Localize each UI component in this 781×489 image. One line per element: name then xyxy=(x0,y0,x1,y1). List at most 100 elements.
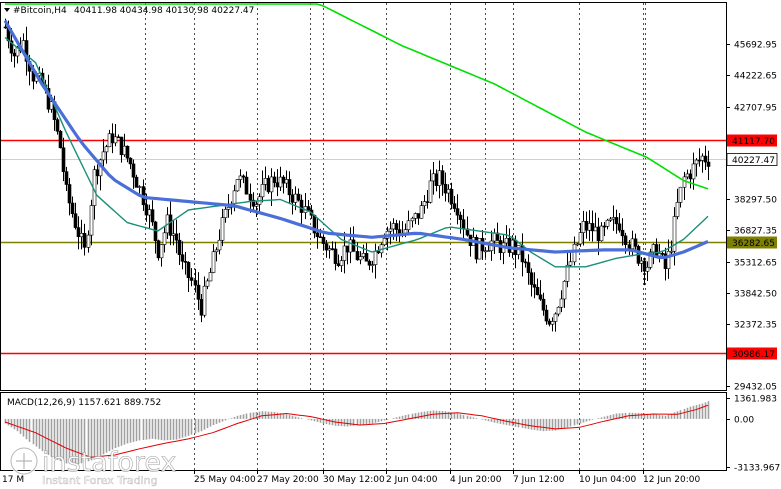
candle-body xyxy=(272,176,277,183)
candle-body xyxy=(358,256,363,261)
candle-body xyxy=(697,159,702,162)
candle-body xyxy=(419,205,424,219)
candle-body xyxy=(437,170,442,186)
candle-body xyxy=(364,253,369,262)
price-tick-label: 45692.95 xyxy=(734,41,777,51)
candle-body xyxy=(642,260,647,272)
candle-body xyxy=(330,248,335,250)
candle-body xyxy=(287,179,292,196)
candle-body xyxy=(596,226,601,242)
candle-body xyxy=(150,209,155,223)
candle-body xyxy=(544,309,549,322)
chart-header: #Bitcoin,H4 40411.98 40434.98 40130.98 4… xyxy=(4,6,254,16)
candle-body xyxy=(266,178,271,193)
candle-body xyxy=(431,173,436,182)
candle-body xyxy=(627,244,632,250)
watermark: instaforex Instant Forex Trading xyxy=(9,446,177,487)
candle-body xyxy=(538,294,543,300)
candle-body xyxy=(159,244,164,259)
time-tick-label: 7 Jun 12:00 xyxy=(513,475,565,485)
candle-body xyxy=(691,163,696,180)
candle-body xyxy=(657,253,662,257)
candle-body xyxy=(413,213,418,219)
candle-body xyxy=(630,238,635,250)
candle-body xyxy=(186,262,191,279)
candle-body xyxy=(572,243,577,263)
candle-body xyxy=(296,193,301,201)
price-tick-label: 32372.35 xyxy=(734,321,777,331)
candle-body xyxy=(620,229,625,237)
time-tick-label: 12 Jun 20:00 xyxy=(643,475,700,485)
candle-body xyxy=(162,232,167,245)
candle-body xyxy=(174,233,179,241)
candle-body xyxy=(12,52,17,57)
candle-body xyxy=(202,285,207,316)
ohlc-values: 40411.98 40434.98 40130.98 40227.47 xyxy=(74,6,254,16)
candle-body xyxy=(208,272,213,282)
candle-body xyxy=(293,193,298,203)
price-level-tag-label: 41117.70 xyxy=(732,137,775,147)
candle-body xyxy=(660,253,665,255)
candle-body xyxy=(669,250,674,253)
candle-body xyxy=(131,163,136,178)
candle-body xyxy=(342,245,347,261)
main-pane-frame xyxy=(0,2,727,391)
candle-body xyxy=(694,159,699,165)
candle-body xyxy=(306,206,311,211)
candle-body xyxy=(541,298,546,311)
candle-body xyxy=(171,233,176,236)
candle-body xyxy=(82,233,87,248)
candle-body xyxy=(440,170,445,185)
time-tick-label: 4 Jun 20:00 xyxy=(450,475,502,485)
candle-body xyxy=(336,263,341,266)
candle-body xyxy=(382,238,387,246)
candle-body xyxy=(220,217,225,241)
price-level-tag-label: 36282.65 xyxy=(732,239,775,249)
candle-body xyxy=(214,249,219,253)
candle-body xyxy=(678,186,683,203)
candle-body xyxy=(244,176,249,195)
candle-body xyxy=(455,208,460,216)
candle-body xyxy=(144,204,149,216)
candle-body xyxy=(688,173,693,180)
price-level-tag-label: 30986.17 xyxy=(732,350,775,360)
candle-body xyxy=(79,233,84,238)
candle-body xyxy=(321,236,326,244)
candle-body xyxy=(76,227,81,238)
candle-body xyxy=(492,232,497,242)
candle-body xyxy=(556,306,561,315)
price-tick-label: 36827.35 xyxy=(734,227,777,237)
candle-body xyxy=(235,179,240,192)
candle-body xyxy=(510,239,515,253)
candle-body xyxy=(180,254,185,262)
chart-canvas[interactable]: 41117.70 36282.65 30986.17 40227.47 45692.9… xyxy=(0,0,781,489)
candle-body xyxy=(645,267,650,272)
price-tick-label: 33842.50 xyxy=(734,290,777,300)
candle-body xyxy=(550,321,555,325)
candle-body xyxy=(241,175,246,178)
price-tick-label: 38297.50 xyxy=(734,196,777,206)
price-tick-label: 35312.65 xyxy=(734,259,777,269)
candle-body xyxy=(64,171,69,185)
candle-body xyxy=(104,146,109,153)
candle-body xyxy=(113,136,118,144)
candle-body xyxy=(486,250,491,252)
price-tick-label: 44222.65 xyxy=(734,72,777,82)
candle-body xyxy=(614,217,619,225)
candle-body xyxy=(428,180,433,203)
candle-body xyxy=(706,161,711,167)
time-tick-label: 17 M xyxy=(2,475,24,485)
candle-body xyxy=(388,228,393,232)
candle-body xyxy=(58,131,63,149)
candle-body xyxy=(361,253,366,257)
candle-body xyxy=(217,239,222,251)
candle-body xyxy=(275,182,280,188)
candle-body xyxy=(324,243,329,251)
candle-body xyxy=(422,201,427,207)
candle-body xyxy=(416,213,421,219)
candle-body xyxy=(290,194,295,203)
candle-body xyxy=(602,225,607,228)
price-axis: 45692.95 44222.65 42707.95 38297.50 36827.35… xyxy=(726,41,780,474)
candle-body xyxy=(370,264,375,266)
candle-body xyxy=(449,189,454,204)
